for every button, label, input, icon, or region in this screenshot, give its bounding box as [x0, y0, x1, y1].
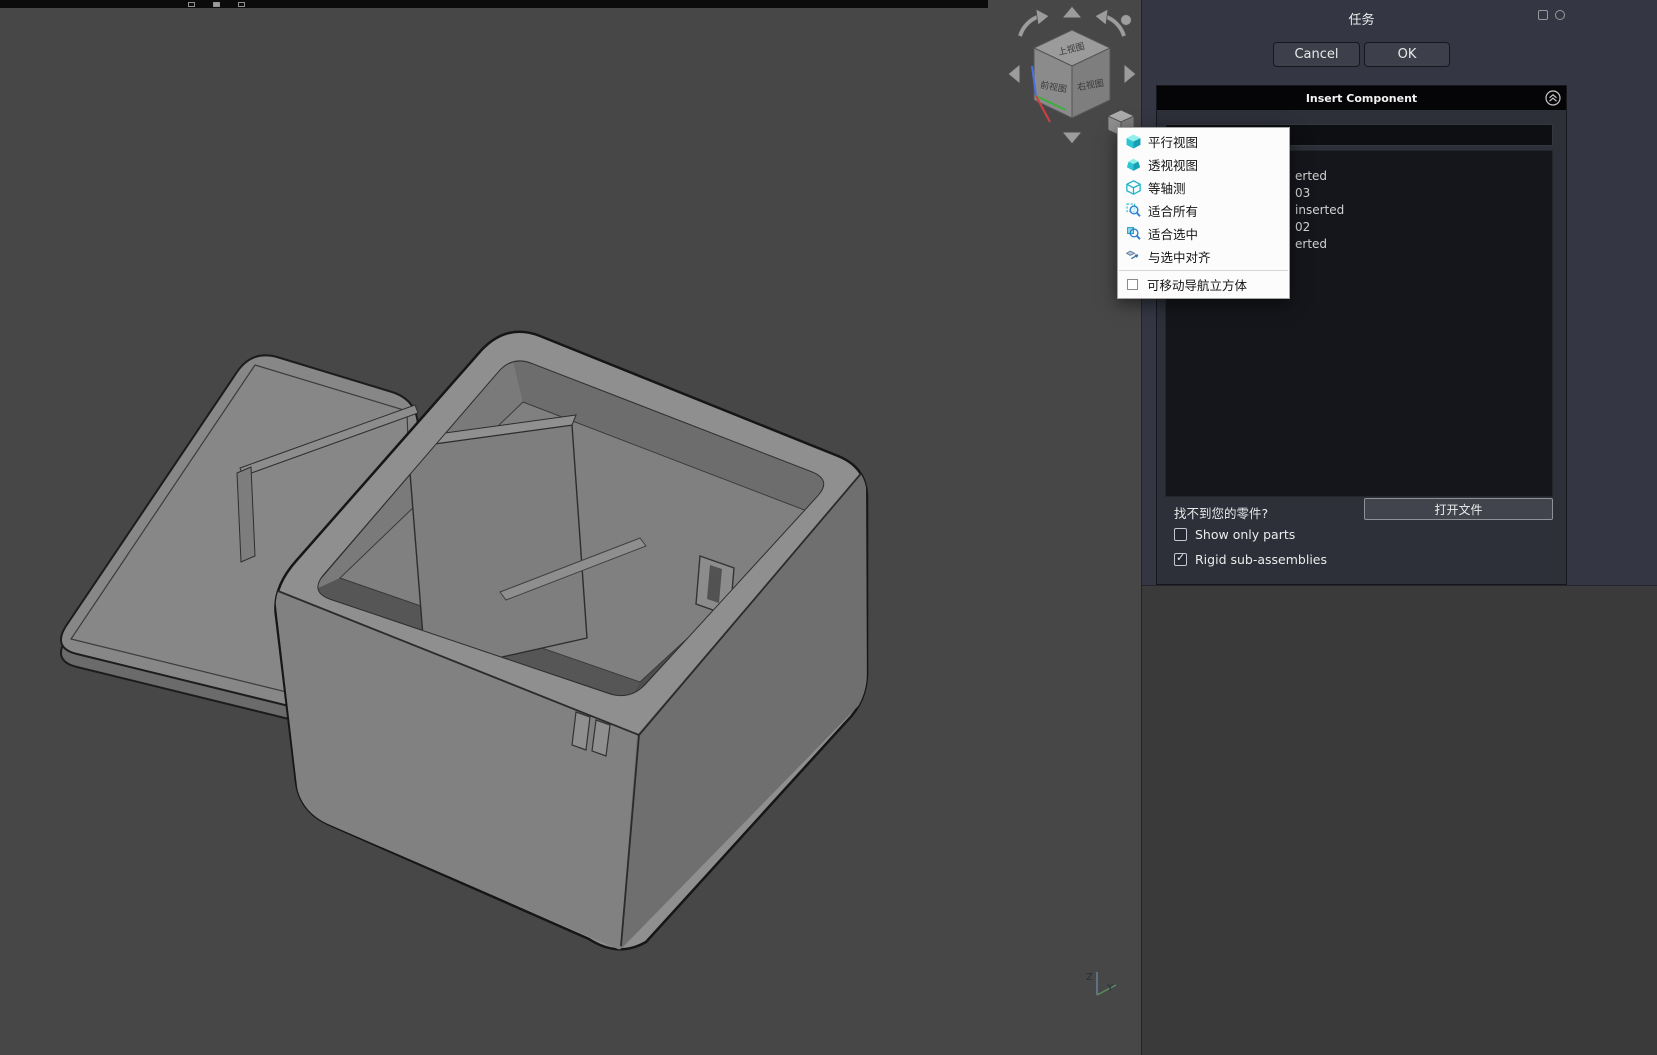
menu-separator: [1119, 270, 1288, 271]
menu-item-label: 等轴测: [1148, 178, 1186, 197]
fit-all-icon: [1126, 203, 1141, 218]
component-list-item[interactable]: 03: [1295, 186, 1310, 200]
open-file-button[interactable]: 打开文件: [1364, 498, 1553, 520]
menubar-strip: [0, 0, 988, 8]
rigid-subassemblies-row[interactable]: Rigid sub-assemblies: [1174, 552, 1327, 567]
nav-arrow-down[interactable]: [1062, 132, 1082, 144]
component-list-item[interactable]: erted: [1295, 169, 1327, 183]
axis-z-label: Z: [1086, 972, 1093, 983]
menu-item-label: 适合所有: [1148, 201, 1198, 220]
menu-item-isometric[interactable]: 等轴测: [1118, 176, 1289, 199]
nav-arrow-up[interactable]: [1062, 6, 1082, 18]
show-only-parts-row[interactable]: Show only parts: [1174, 527, 1295, 542]
panel-title: 任务: [1156, 9, 1567, 28]
menu-item-movable-nav-cube[interactable]: 可移动导航立方体: [1118, 273, 1289, 296]
movable-nav-cube-checkbox[interactable]: [1127, 279, 1138, 290]
window-icon[interactable]: [188, 2, 195, 7]
perspective-view-icon: [1126, 157, 1141, 172]
menu-item-fit-all[interactable]: 适合所有: [1118, 199, 1289, 222]
nav-arrow-right[interactable]: [1124, 64, 1136, 84]
menu-item-label: 适合选中: [1148, 224, 1198, 243]
part-not-found-label: 找不到您的零件?: [1174, 503, 1268, 522]
axis-y-label: Y: [1106, 983, 1114, 994]
component-list-item[interactable]: 02: [1295, 220, 1310, 234]
panel-icon[interactable]: [238, 2, 245, 7]
3d-scene[interactable]: 上视图 前视图 右视图: [0, 0, 1141, 1055]
rotate-cw-arrowhead-icon[interactable]: [1095, 9, 1108, 25]
grid-icon[interactable]: [213, 2, 220, 7]
rigid-subassemblies-label: Rigid sub-assemblies: [1195, 552, 1327, 567]
menu-item-label: 透视视图: [1148, 155, 1198, 174]
nav-circle-button[interactable]: [1121, 15, 1132, 26]
isometric-view-icon: [1126, 180, 1141, 195]
orthographic-view-icon: [1126, 134, 1141, 149]
float-window-icon[interactable]: [1538, 10, 1548, 20]
menu-item-align-to-selection[interactable]: 与选中对齐: [1118, 245, 1289, 268]
show-only-parts-label: Show only parts: [1195, 527, 1295, 542]
fit-selection-icon: [1126, 226, 1141, 241]
help-circle-icon[interactable]: [1555, 10, 1565, 20]
menu-item-label: 平行视图: [1148, 132, 1198, 151]
cancel-button[interactable]: Cancel: [1273, 42, 1360, 67]
section-header[interactable]: Insert Component: [1157, 86, 1566, 110]
menu-item-label: 与选中对齐: [1148, 247, 1211, 266]
rigid-subassemblies-checkbox[interactable]: [1174, 553, 1187, 566]
show-only-parts-checkbox[interactable]: [1174, 528, 1187, 541]
navigation-cube[interactable]: 上视图 前视图 右视图: [1008, 6, 1136, 144]
menu-item-fit-selection[interactable]: 适合选中: [1118, 222, 1289, 245]
application-window: 上视图 前视图 右视图: [0, 0, 1657, 1055]
collapse-section-icon[interactable]: [1545, 90, 1561, 106]
component-list-item[interactable]: erted: [1295, 237, 1327, 251]
ok-button[interactable]: OK: [1364, 42, 1450, 67]
rotate-ccw-arrowhead-icon[interactable]: [1036, 9, 1049, 25]
nav-arrow-left[interactable]: [1008, 64, 1020, 84]
component-list-item[interactable]: inserted: [1295, 203, 1344, 217]
origin-axis-indicator: Z Y: [1086, 972, 1116, 995]
nav-cube-context-menu: 平行视图 透视视图 等轴测: [1117, 127, 1290, 299]
menu-item-parallel-view[interactable]: 平行视图: [1118, 130, 1289, 153]
align-to-selection-icon: [1126, 249, 1141, 264]
menu-item-perspective-view[interactable]: 透视视图: [1118, 153, 1289, 176]
menu-item-label: 可移动导航立方体: [1147, 275, 1247, 294]
3d-viewport[interactable]: 上视图 前视图 右视图: [0, 0, 1141, 1055]
section-title: Insert Component: [1306, 92, 1417, 105]
